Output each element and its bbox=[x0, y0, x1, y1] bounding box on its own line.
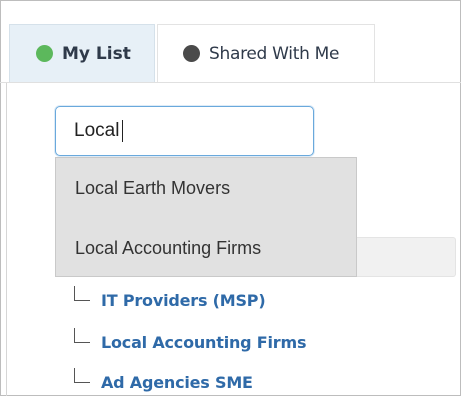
list-link[interactable]: Ad Agencies SME bbox=[101, 373, 253, 392]
list-link[interactable]: Local Accounting Firms bbox=[101, 333, 306, 352]
green-status-dot-icon bbox=[36, 45, 53, 62]
list-tree-item: Ad Agencies SME bbox=[74, 367, 253, 393]
tree-connector-icon bbox=[74, 327, 90, 343]
tab-bar-divider bbox=[0, 82, 461, 83]
autocomplete-dropdown: Local Earth Movers Local Accounting Firm… bbox=[55, 157, 357, 277]
tab-my-list-label: My List bbox=[62, 43, 131, 64]
tab-my-list[interactable]: My List bbox=[9, 24, 155, 82]
text-cursor bbox=[122, 120, 123, 142]
list-search-input[interactable] bbox=[55, 106, 314, 156]
content-left-border bbox=[6, 83, 7, 396]
tab-shared-with-me[interactable]: Shared With Me bbox=[157, 24, 375, 82]
list-tree-item: Local Accounting Firms bbox=[74, 327, 306, 353]
list-tree-item: IT Providers (MSP) bbox=[74, 285, 266, 311]
autocomplete-option[interactable]: Local Accounting Firms bbox=[75, 238, 261, 259]
tree-connector-icon bbox=[74, 285, 90, 301]
tree-connector-icon bbox=[74, 367, 90, 383]
dark-status-dot-icon bbox=[183, 45, 200, 62]
list-link[interactable]: IT Providers (MSP) bbox=[101, 291, 266, 310]
autocomplete-option[interactable]: Local Earth Movers bbox=[75, 178, 230, 199]
tab-shared-with-me-label: Shared With Me bbox=[209, 43, 340, 64]
list-row-background bbox=[340, 237, 456, 277]
